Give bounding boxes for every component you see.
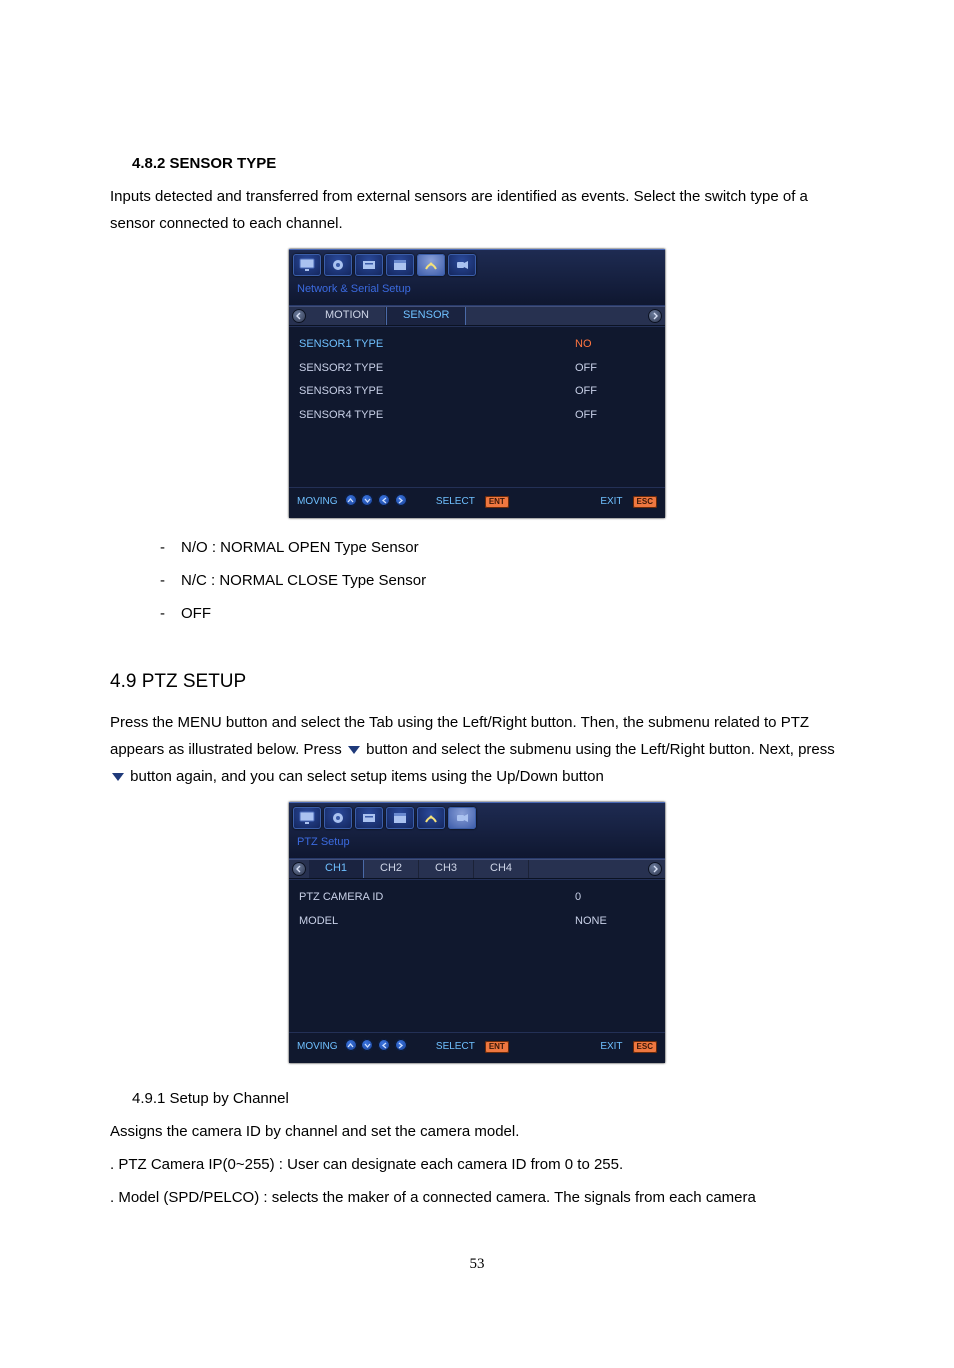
- tab-ch4[interactable]: CH4: [474, 860, 529, 878]
- network-icon[interactable]: [417, 807, 445, 829]
- ptz-icon[interactable]: [448, 807, 476, 829]
- osd-footer: MOVING SELECT ENT EXIT ESC: [289, 487, 665, 518]
- tab-sensor[interactable]: SENSOR: [386, 307, 466, 325]
- footer-moving-label: MOVING: [297, 493, 338, 511]
- setting-row[interactable]: MODEL NONE: [299, 910, 655, 934]
- paragraph: Assigns the camera ID by channel and set…: [110, 1118, 844, 1145]
- footer-exit-label: EXIT: [600, 493, 622, 511]
- nav-right-icon[interactable]: [648, 862, 662, 876]
- nav-right-icon[interactable]: [648, 309, 662, 323]
- event-icon[interactable]: [355, 807, 383, 829]
- footer-select-label: SELECT: [436, 1038, 475, 1056]
- record-icon[interactable]: [324, 807, 352, 829]
- subsection-heading-491: 4.9.1 Setup by Channel: [132, 1085, 844, 1112]
- setting-row[interactable]: PTZ CAMERA ID 0: [299, 886, 655, 910]
- arrow-down-icon[interactable]: [361, 1039, 373, 1051]
- setting-row[interactable]: SENSOR3 TYPE OFF: [299, 380, 655, 404]
- list-item: OFF: [181, 605, 211, 622]
- osd-tab-bar: MOTION SENSOR: [289, 306, 665, 326]
- setting-row[interactable]: SENSOR2 TYPE OFF: [299, 357, 655, 381]
- nav-left-icon[interactable]: [292, 862, 306, 876]
- footer-moving-label: MOVING: [297, 1038, 338, 1056]
- record-icon[interactable]: [324, 254, 352, 276]
- osd-footer: MOVING SELECT ENT EXIT ESC: [289, 1032, 665, 1063]
- event-icon[interactable]: [355, 254, 383, 276]
- nav-left-icon[interactable]: [292, 309, 306, 323]
- arrow-right-icon[interactable]: [395, 1039, 407, 1051]
- setting-row[interactable]: SENSOR1 TYPE NO: [299, 333, 655, 357]
- key-ent[interactable]: ENT: [485, 496, 509, 508]
- paragraph: Inputs detected and transferred from ext…: [110, 183, 844, 237]
- section-heading-49: 4.9 PTZ SETUP: [110, 665, 844, 699]
- osd-panel-sensor: Network & Serial Setup MOTION SENSOR SEN…: [289, 249, 665, 518]
- osd-panel-ptz: PTZ Setup CH1 CH2 CH3 CH4 PTZ CAMERA ID …: [289, 802, 665, 1063]
- key-ent[interactable]: ENT: [485, 1041, 509, 1053]
- arrow-up-icon[interactable]: [345, 1039, 357, 1051]
- footer-select-label: SELECT: [436, 493, 475, 511]
- osd-top-icon-row: [293, 254, 661, 276]
- osd-subtitle: Network & Serial Setup: [293, 279, 661, 301]
- list-item: N/C : NORMAL CLOSE Type Sensor: [181, 572, 426, 589]
- tab-ch1[interactable]: CH1: [309, 860, 364, 878]
- key-esc[interactable]: ESC: [633, 1041, 657, 1053]
- arrow-left-icon[interactable]: [378, 494, 390, 506]
- key-esc[interactable]: ESC: [633, 496, 657, 508]
- subsection-heading-482: 4.8.2 SENSOR TYPE: [132, 150, 844, 177]
- tab-motion[interactable]: MOTION: [309, 307, 386, 325]
- schedule-icon[interactable]: [386, 807, 414, 829]
- setting-row[interactable]: SENSOR4 TYPE OFF: [299, 404, 655, 428]
- paragraph: . Model (SPD/PELCO) : selects the maker …: [110, 1184, 844, 1211]
- page-number: 53: [110, 1251, 844, 1278]
- bullet-list: -N/O : NORMAL OPEN Type Sensor -N/C : NO…: [160, 534, 844, 627]
- arrow-left-icon[interactable]: [378, 1039, 390, 1051]
- arrow-down-icon[interactable]: [361, 494, 373, 506]
- tab-ch2[interactable]: CH2: [364, 860, 419, 878]
- ptz-icon[interactable]: [448, 254, 476, 276]
- paragraph: Press the MENU button and select the Tab…: [110, 709, 844, 790]
- osd-body: SENSOR1 TYPE NO SENSOR2 TYPE OFF SENSOR3…: [289, 326, 665, 487]
- display-icon[interactable]: [293, 807, 321, 829]
- tab-ch3[interactable]: CH3: [419, 860, 474, 878]
- arrow-up-icon[interactable]: [345, 494, 357, 506]
- paragraph: . PTZ Camera IP(0~255) : User can design…: [110, 1151, 844, 1178]
- osd-tab-bar: CH1 CH2 CH3 CH4: [289, 859, 665, 879]
- osd-subtitle: PTZ Setup: [293, 832, 661, 854]
- down-triangle-icon: [112, 773, 124, 781]
- footer-exit-label: EXIT: [600, 1038, 622, 1056]
- document-page: 4.8.2 SENSOR TYPE Inputs detected and tr…: [0, 0, 954, 1368]
- down-triangle-icon: [348, 746, 360, 754]
- osd-body: PTZ CAMERA ID 0 MODEL NONE: [289, 879, 665, 1032]
- osd-top-icon-row: [293, 807, 661, 829]
- arrow-right-icon[interactable]: [395, 494, 407, 506]
- list-item: N/O : NORMAL OPEN Type Sensor: [181, 539, 419, 556]
- display-icon[interactable]: [293, 254, 321, 276]
- network-icon[interactable]: [417, 254, 445, 276]
- schedule-icon[interactable]: [386, 254, 414, 276]
